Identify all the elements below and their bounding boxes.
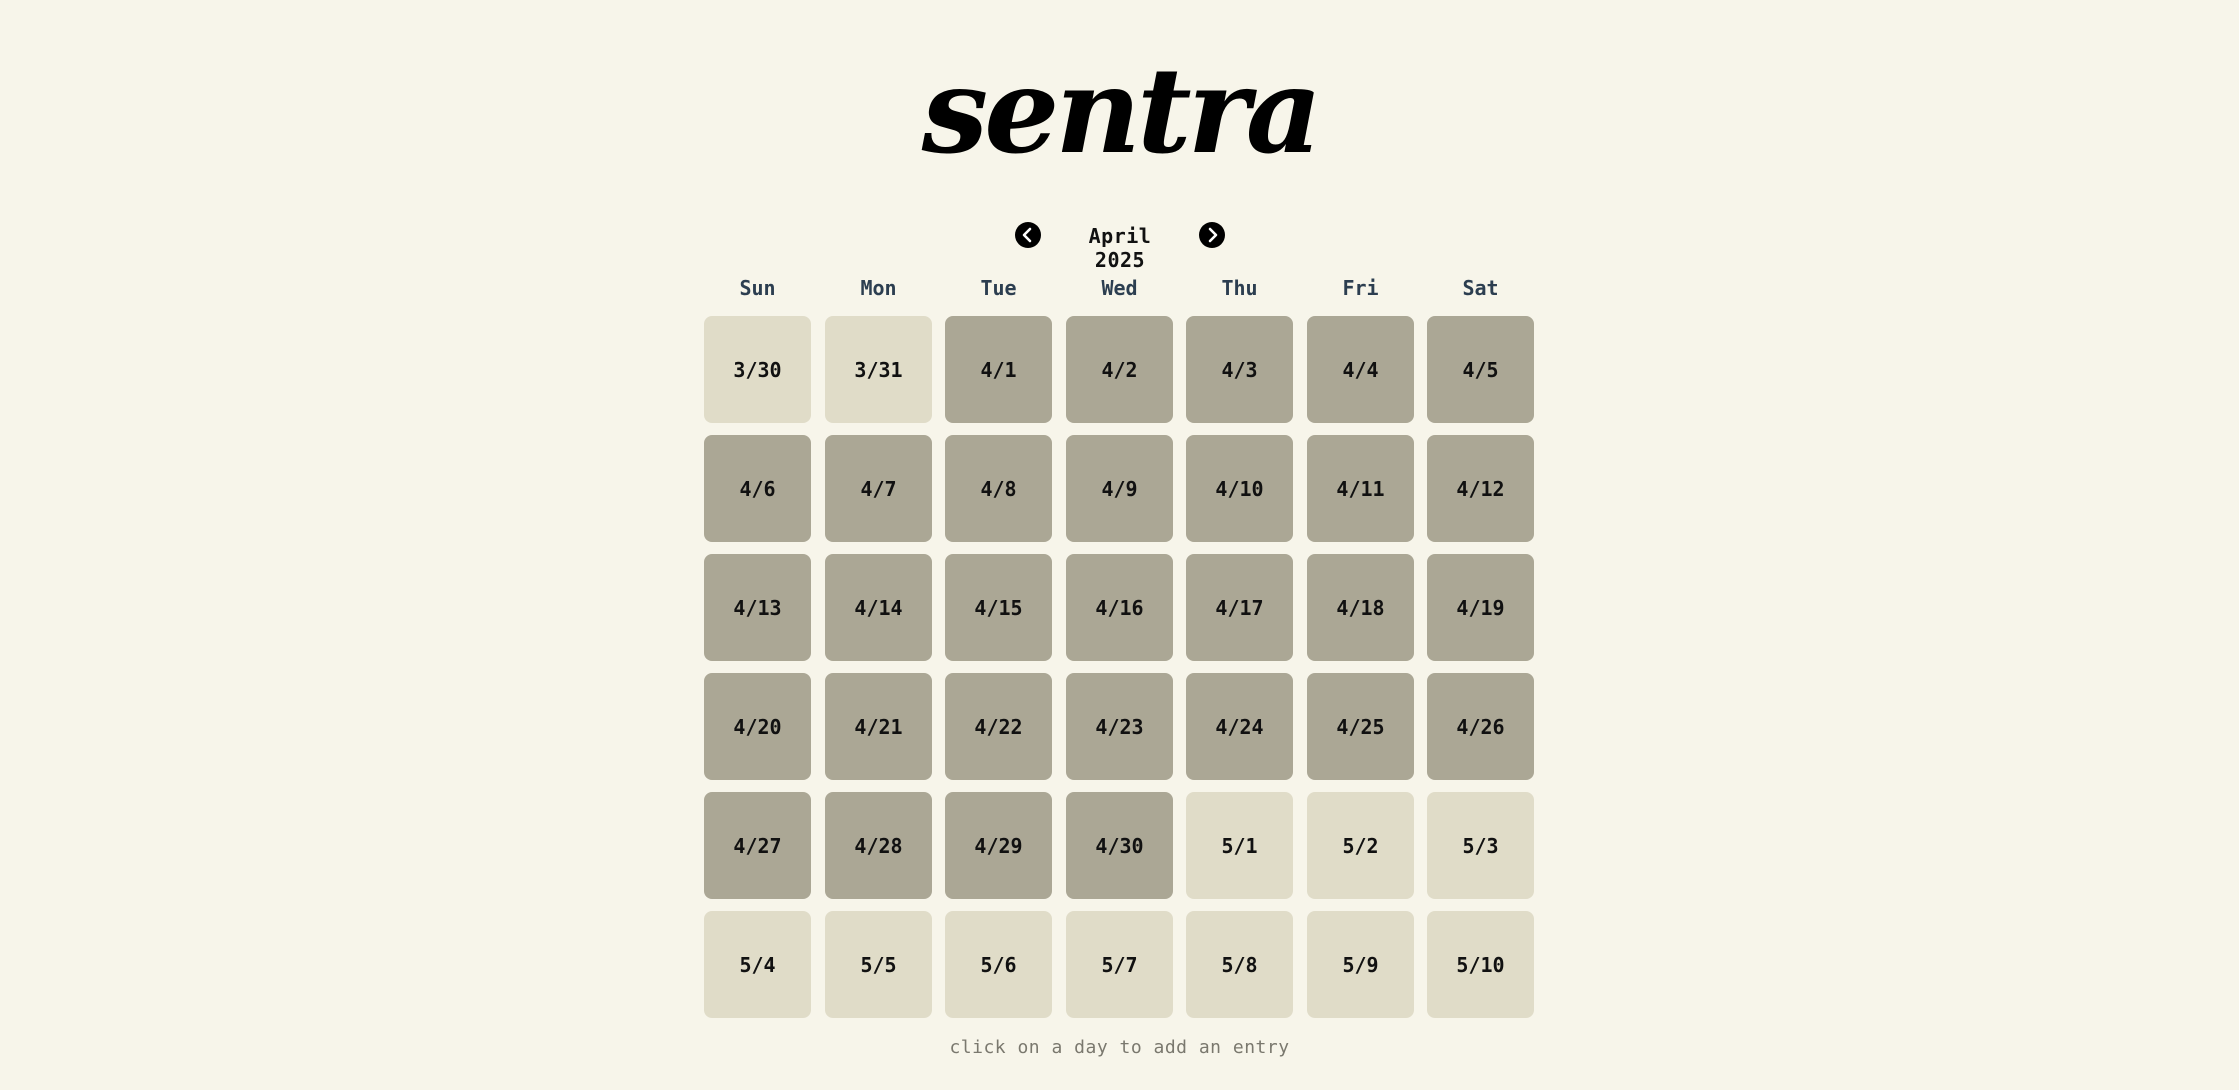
calendar-grid: 3/30 3/31 4/1 4/2 4/3 4/4 4/5 4/6 4/7 4/8 4/9 4/10 4…	[704, 316, 1534, 1018]
day-cell[interactable]: 5/4	[704, 911, 811, 1018]
brand-wordmark: sentra	[921, 41, 1318, 170]
day-cell[interactable]: 4/13	[704, 554, 811, 661]
day-cell[interactable]: 4/22	[945, 673, 1052, 780]
weekday-sat: Sat	[1462, 276, 1499, 300]
chevron-right-icon	[1208, 227, 1218, 243]
day-cell[interactable]: 5/10	[1427, 911, 1534, 1018]
day-cell[interactable]: 5/5	[825, 911, 932, 1018]
day-cell[interactable]: 5/3	[1427, 792, 1534, 899]
day-cell[interactable]: 5/1	[1186, 792, 1293, 899]
day-cell[interactable]: 4/23	[1066, 673, 1173, 780]
day-cell[interactable]: 4/15	[945, 554, 1052, 661]
weekday-sun: Sun	[739, 276, 776, 300]
prev-month-button[interactable]	[1015, 222, 1041, 248]
weekday-tue: Tue	[980, 276, 1017, 300]
day-cell[interactable]: 4/25	[1307, 673, 1414, 780]
day-cell[interactable]: 5/2	[1307, 792, 1414, 899]
day-cell[interactable]: 4/28	[825, 792, 932, 899]
day-cell[interactable]: 3/30	[704, 316, 811, 423]
month-label: April 2025	[1088, 224, 1152, 272]
weekday-mon: Mon	[860, 276, 897, 300]
day-cell[interactable]: 5/6	[945, 911, 1052, 1018]
day-cell[interactable]: 4/4	[1307, 316, 1414, 423]
day-cell[interactable]: 4/12	[1427, 435, 1534, 542]
day-cell[interactable]: 4/20	[704, 673, 811, 780]
hint-text: click on a day to add an entry	[949, 1037, 1290, 1058]
day-cell[interactable]: 4/6	[704, 435, 811, 542]
day-cell[interactable]: 3/31	[825, 316, 932, 423]
day-cell[interactable]: 4/27	[704, 792, 811, 899]
weekday-fri: Fri	[1342, 276, 1379, 300]
day-cell[interactable]: 4/24	[1186, 673, 1293, 780]
day-cell[interactable]: 4/11	[1307, 435, 1414, 542]
month-navigation: April 2025	[0, 216, 2239, 272]
sentra-logo: sentra	[920, 40, 1322, 180]
day-cell[interactable]: 4/19	[1427, 554, 1534, 661]
chevron-left-icon	[1022, 227, 1032, 243]
day-cell[interactable]: 4/3	[1186, 316, 1293, 423]
day-cell[interactable]: 5/8	[1186, 911, 1293, 1018]
day-cell[interactable]: 5/9	[1307, 911, 1414, 1018]
day-cell[interactable]: 4/21	[825, 673, 932, 780]
day-cell[interactable]: 4/17	[1186, 554, 1293, 661]
day-cell[interactable]: 5/7	[1066, 911, 1173, 1018]
weekday-header: Sun Mon Tue Wed Thu Fri Sat	[704, 276, 1534, 306]
day-cell[interactable]: 4/14	[825, 554, 932, 661]
day-cell[interactable]: 4/30	[1066, 792, 1173, 899]
weekday-thu: Thu	[1221, 276, 1258, 300]
day-cell[interactable]: 4/16	[1066, 554, 1173, 661]
day-cell[interactable]: 4/8	[945, 435, 1052, 542]
day-cell[interactable]: 4/9	[1066, 435, 1173, 542]
day-cell[interactable]: 4/10	[1186, 435, 1293, 542]
weekday-wed: Wed	[1101, 276, 1138, 300]
day-cell[interactable]: 4/29	[945, 792, 1052, 899]
day-cell[interactable]: 4/5	[1427, 316, 1534, 423]
day-cell[interactable]: 4/26	[1427, 673, 1534, 780]
day-cell[interactable]: 4/2	[1066, 316, 1173, 423]
day-cell[interactable]: 4/1	[945, 316, 1052, 423]
day-cell[interactable]: 4/7	[825, 435, 932, 542]
day-cell[interactable]: 4/18	[1307, 554, 1414, 661]
next-month-button[interactable]	[1199, 222, 1225, 248]
